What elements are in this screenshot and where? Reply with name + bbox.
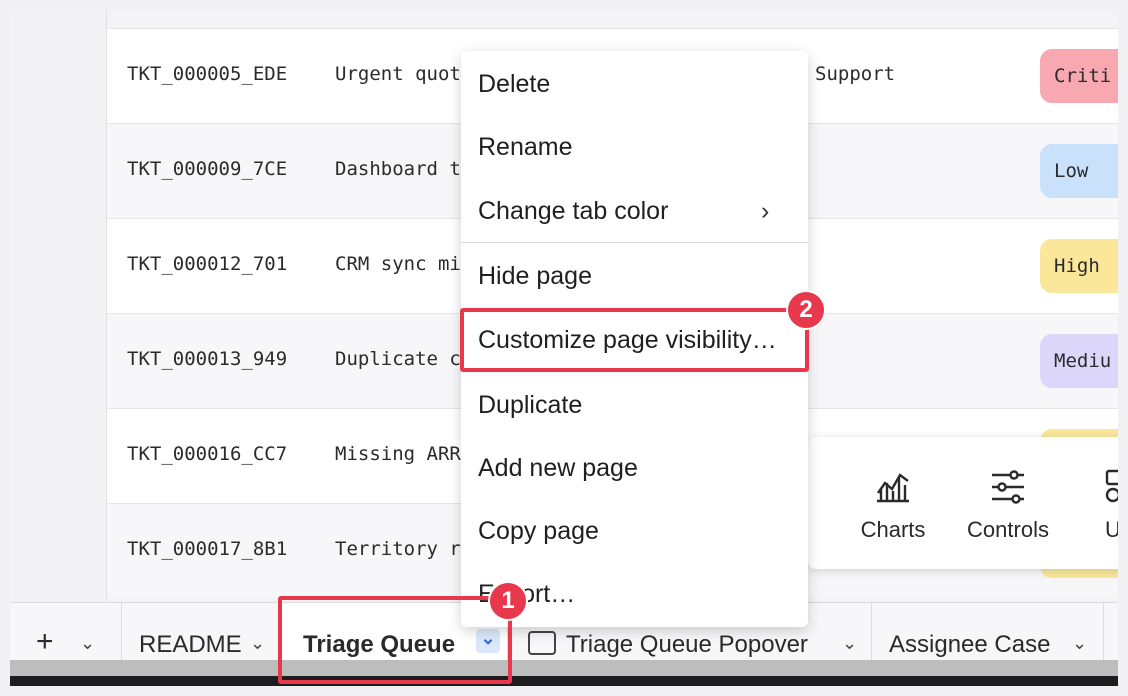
ticket-subject: Missing ARR	[335, 443, 461, 465]
charts-icon	[877, 473, 909, 503]
ticket-id: TKT_000013_949	[127, 348, 288, 370]
tab-label: Assignee Case	[889, 631, 1051, 658]
bottom-strip	[10, 676, 1118, 686]
tab-assignee-case[interactable]: Assignee Case ⌄	[872, 603, 1104, 661]
priority-badge: High	[1040, 239, 1118, 293]
menu-divider	[461, 242, 808, 243]
insert-label: U	[1105, 517, 1118, 542]
insert-element-panel: Charts Controls U	[808, 437, 1118, 569]
ticket-team: Support	[815, 63, 896, 85]
chevron-down-icon[interactable]: ⌄	[842, 633, 857, 654]
tab-readme[interactable]: README ⌄	[122, 603, 280, 661]
priority-badge: Low	[1040, 144, 1118, 198]
horizontal-scrollbar[interactable]	[10, 660, 1118, 676]
ticket-id: TKT_000017_8B1	[127, 538, 288, 560]
insert-charts-button[interactable]: Charts	[848, 467, 938, 543]
menu-item-label: Rename	[478, 133, 573, 161]
ticket-id: TKT_000016_CC7	[127, 443, 288, 465]
insert-controls-button[interactable]: Controls	[958, 467, 1058, 543]
ticket-subject: Duplicate c	[335, 348, 461, 370]
add-page-icon: +	[36, 625, 54, 658]
chevron-right-icon: ›	[761, 197, 770, 225]
add-page-tab[interactable]: + ⌄	[10, 603, 122, 661]
menu-item-rename[interactable]: Rename	[461, 117, 808, 177]
ticket-subject: CRM sync mi	[335, 253, 461, 275]
step-1-badge: 1	[488, 581, 528, 621]
insert-label: Charts	[860, 517, 926, 542]
ticket-subject: Territory r	[335, 538, 461, 560]
highlight-customize-visibility	[460, 308, 809, 372]
priority-badge: Mediu	[1040, 334, 1118, 388]
menu-item-label: Hide page	[478, 262, 592, 290]
ticket-id: TKT_000009_7CE	[127, 158, 288, 180]
menu-item-label: Change tab color	[478, 197, 669, 225]
app-frame: TKT_000005_EDE Urgent quot Support Criti…	[10, 10, 1118, 686]
insert-ui-button[interactable]: U	[1093, 467, 1118, 543]
menu-item-label: Copy page	[478, 517, 599, 545]
ticket-id: TKT_000005_EDE	[127, 63, 288, 85]
ui-elements-icon	[1105, 469, 1118, 503]
ticket-subject: Urgent quot	[335, 63, 461, 85]
ticket-subject: Dashboard t	[335, 158, 461, 180]
chevron-down-icon[interactable]: ⌄	[1072, 633, 1087, 654]
step-2-badge: 2	[786, 290, 826, 330]
left-gutter	[10, 10, 107, 602]
tab-label: README	[139, 631, 242, 658]
menu-item-duplicate[interactable]: Duplicate	[461, 375, 808, 435]
priority-badge: Criti	[1040, 49, 1118, 103]
checkbox-icon	[528, 631, 556, 655]
chevron-down-icon[interactable]: ⌄	[80, 633, 95, 654]
menu-item-change-tab-color[interactable]: Change tab color ›	[461, 181, 808, 241]
menu-item-label: Add new page	[478, 454, 638, 482]
chevron-down-icon[interactable]: ⌄	[250, 633, 265, 654]
menu-item-label: Duplicate	[478, 391, 583, 419]
tab-label: Triage Queue Popover	[566, 631, 808, 658]
menu-item-delete[interactable]: Delete	[461, 54, 808, 114]
ticket-id: TKT_000012_701	[127, 253, 288, 275]
menu-item-add-new-page[interactable]: Add new page	[461, 438, 808, 498]
menu-item-copy-page[interactable]: Copy page	[461, 501, 808, 561]
insert-label: Controls	[967, 517, 1049, 542]
controls-icon	[992, 470, 1024, 504]
menu-item-label: Delete	[478, 70, 551, 98]
menu-item-hide-page[interactable]: Hide page	[461, 246, 808, 306]
highlight-triage-queue-tab	[278, 596, 512, 684]
